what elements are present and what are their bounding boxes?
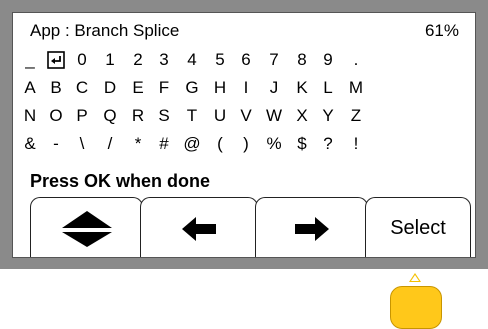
char-key[interactable]: H xyxy=(209,78,231,98)
toggle-softkey[interactable] xyxy=(30,197,143,257)
char-key[interactable]: 1 xyxy=(99,50,121,70)
char-key[interactable]: K xyxy=(291,78,313,98)
up-triangle-icon-inner xyxy=(411,275,419,281)
char-key[interactable]: 8 xyxy=(291,50,313,70)
char-key[interactable]: O xyxy=(45,106,67,126)
ok-button[interactable] xyxy=(390,286,442,329)
char-key[interactable]: Q xyxy=(99,106,121,126)
char-key[interactable]: C xyxy=(71,78,93,98)
right-arrow-icon xyxy=(294,216,329,241)
char-key[interactable]: ! xyxy=(345,134,367,154)
prompt-text: Press OK when done xyxy=(30,171,211,191)
char-key[interactable]: B xyxy=(45,78,67,98)
char-key[interactable]: 7 xyxy=(263,50,285,70)
char-key[interactable]: ( xyxy=(209,134,231,154)
char-key[interactable]: M xyxy=(345,78,367,98)
char-key[interactable]: I xyxy=(235,78,257,98)
char-key[interactable]: / xyxy=(99,134,121,154)
char-key[interactable]: 6 xyxy=(235,50,257,70)
char-key[interactable]: P xyxy=(71,106,93,126)
char-key[interactable]: F xyxy=(153,78,175,98)
char-key[interactable]: 2 xyxy=(127,50,149,70)
char-key[interactable]: E xyxy=(127,78,149,98)
char-key[interactable]: 5 xyxy=(209,50,231,70)
char-key[interactable]: 9 xyxy=(317,50,339,70)
softkey-bar: Select xyxy=(13,197,475,257)
char-key[interactable]: 4 xyxy=(181,50,203,70)
display-screen: App : Branch Splice 61% _ 0 1 2 3 4 5 6 7 8 9. A B C D… xyxy=(12,12,476,258)
status-bar: App : Branch Splice 61% xyxy=(13,13,475,43)
char-key[interactable]: L xyxy=(317,78,339,98)
char-key[interactable]: ) xyxy=(235,134,257,154)
battery-level: 61% xyxy=(424,21,459,40)
char-key[interactable]: . xyxy=(345,50,367,70)
char-key[interactable]: V xyxy=(235,106,257,126)
up-down-diamond-icon xyxy=(61,210,112,247)
char-key[interactable]: J xyxy=(263,78,285,98)
char-key[interactable]: @ xyxy=(181,134,203,154)
char-key[interactable]: N xyxy=(19,106,41,126)
char-key[interactable]: G xyxy=(181,78,203,98)
char-key[interactable]: * xyxy=(127,134,149,154)
left-arrow-icon xyxy=(182,216,216,241)
char-key[interactable]: & xyxy=(19,134,41,154)
char-key[interactable]: W xyxy=(263,106,285,126)
backspace-icon[interactable] xyxy=(45,50,67,69)
char-key[interactable]: 0 xyxy=(71,50,93,70)
char-key[interactable]: % xyxy=(263,134,285,154)
left-softkey[interactable] xyxy=(140,197,258,257)
char-key[interactable]: $ xyxy=(291,134,313,154)
app-title: App : Branch Splice xyxy=(30,21,180,40)
char-key[interactable]: 3 xyxy=(153,50,175,70)
char-key[interactable]: \ xyxy=(71,134,93,154)
right-softkey[interactable] xyxy=(255,197,368,257)
char-key[interactable]: U xyxy=(209,106,231,126)
char-key[interactable]: S xyxy=(153,106,175,126)
char-key[interactable]: - xyxy=(45,134,67,154)
char-key[interactable]: A xyxy=(19,78,41,98)
select-softkey[interactable]: Select xyxy=(365,197,471,257)
char-key[interactable]: Y xyxy=(317,106,339,126)
char-key[interactable]: Z xyxy=(345,106,367,126)
char-key[interactable]: _ xyxy=(19,50,41,70)
char-key[interactable]: # xyxy=(153,134,175,154)
char-key[interactable]: D xyxy=(99,78,121,98)
select-label: Select xyxy=(390,217,446,239)
char-key[interactable]: ? xyxy=(317,134,339,154)
char-key[interactable]: T xyxy=(181,106,203,126)
char-key[interactable]: X xyxy=(291,106,313,126)
char-key[interactable]: R xyxy=(127,106,149,126)
